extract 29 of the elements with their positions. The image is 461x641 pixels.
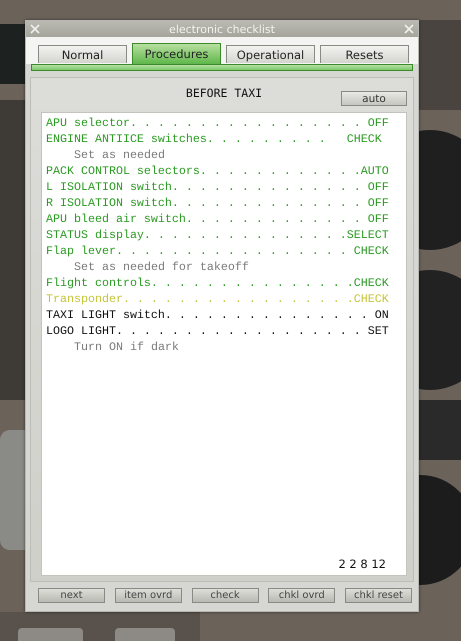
window-title: electronic checklist bbox=[169, 22, 275, 36]
checklist-item[interactable]: L ISOLATION switch. . . . . . . . . . . . . . OFF bbox=[46, 179, 389, 195]
action-button[interactable]: check bbox=[192, 588, 258, 603]
checklist-item[interactable]: ENGINE ANTIICE switches. . . . . . . . . CHECK bbox=[46, 131, 382, 147]
checklist-note: Turn ON if dark bbox=[73, 339, 179, 355]
checklist-note: Set as needed bbox=[73, 147, 165, 163]
action-button[interactable]: chkl ovrd bbox=[268, 588, 336, 603]
tab[interactable]: Procedures bbox=[132, 43, 221, 64]
item-counter: 2 2 8 12 bbox=[338, 557, 386, 571]
checklist-item[interactable]: APU bleed air switch. . . . . . . . . . . . . OFF bbox=[46, 211, 389, 227]
tab[interactable]: Operational bbox=[226, 45, 315, 63]
action-button[interactable]: item ovrd bbox=[114, 588, 182, 603]
tab[interactable]: Resets bbox=[320, 45, 409, 63]
checklist-item[interactable]: STATUS display. . . . . . . . . . . . . . .SELECT bbox=[46, 227, 389, 243]
auto-button[interactable]: auto bbox=[341, 91, 407, 106]
action-button[interactable]: next bbox=[38, 588, 105, 603]
checklist-title: BEFORE TAXI bbox=[186, 86, 262, 102]
action-button[interactable]: chkl reset bbox=[345, 588, 412, 603]
close-icon[interactable] bbox=[30, 24, 40, 34]
checklist-item[interactable]: LOGO LIGHT. . . . . . . . . . . . . . . . . . SET bbox=[46, 323, 389, 339]
checklist-item[interactable]: PACK CONTROL selectors. . . . . . . . . . . .AUTO bbox=[46, 163, 389, 179]
close-icon[interactable] bbox=[404, 24, 414, 34]
checklist-item[interactable]: TAXI LIGHT switch. . . . . . . . . . . . . . . ON bbox=[46, 307, 389, 323]
checklist-item[interactable]: APU selector. . . . . . . . . . . . . . . . . OFF bbox=[46, 115, 389, 131]
checklist-item[interactable]: R ISOLATION switch. . . . . . . . . . . . . . OFF bbox=[46, 195, 389, 211]
checklist-note: Set as needed for takeoff bbox=[73, 259, 249, 275]
tab[interactable]: Normal bbox=[38, 45, 127, 63]
checklist-item[interactable]: Flap lever. . . . . . . . . . . . . . . . . CHECK bbox=[46, 243, 389, 259]
checklist-item[interactable]: Flight controls. . . . . . . . . . . . . . .CHECK bbox=[46, 275, 389, 291]
